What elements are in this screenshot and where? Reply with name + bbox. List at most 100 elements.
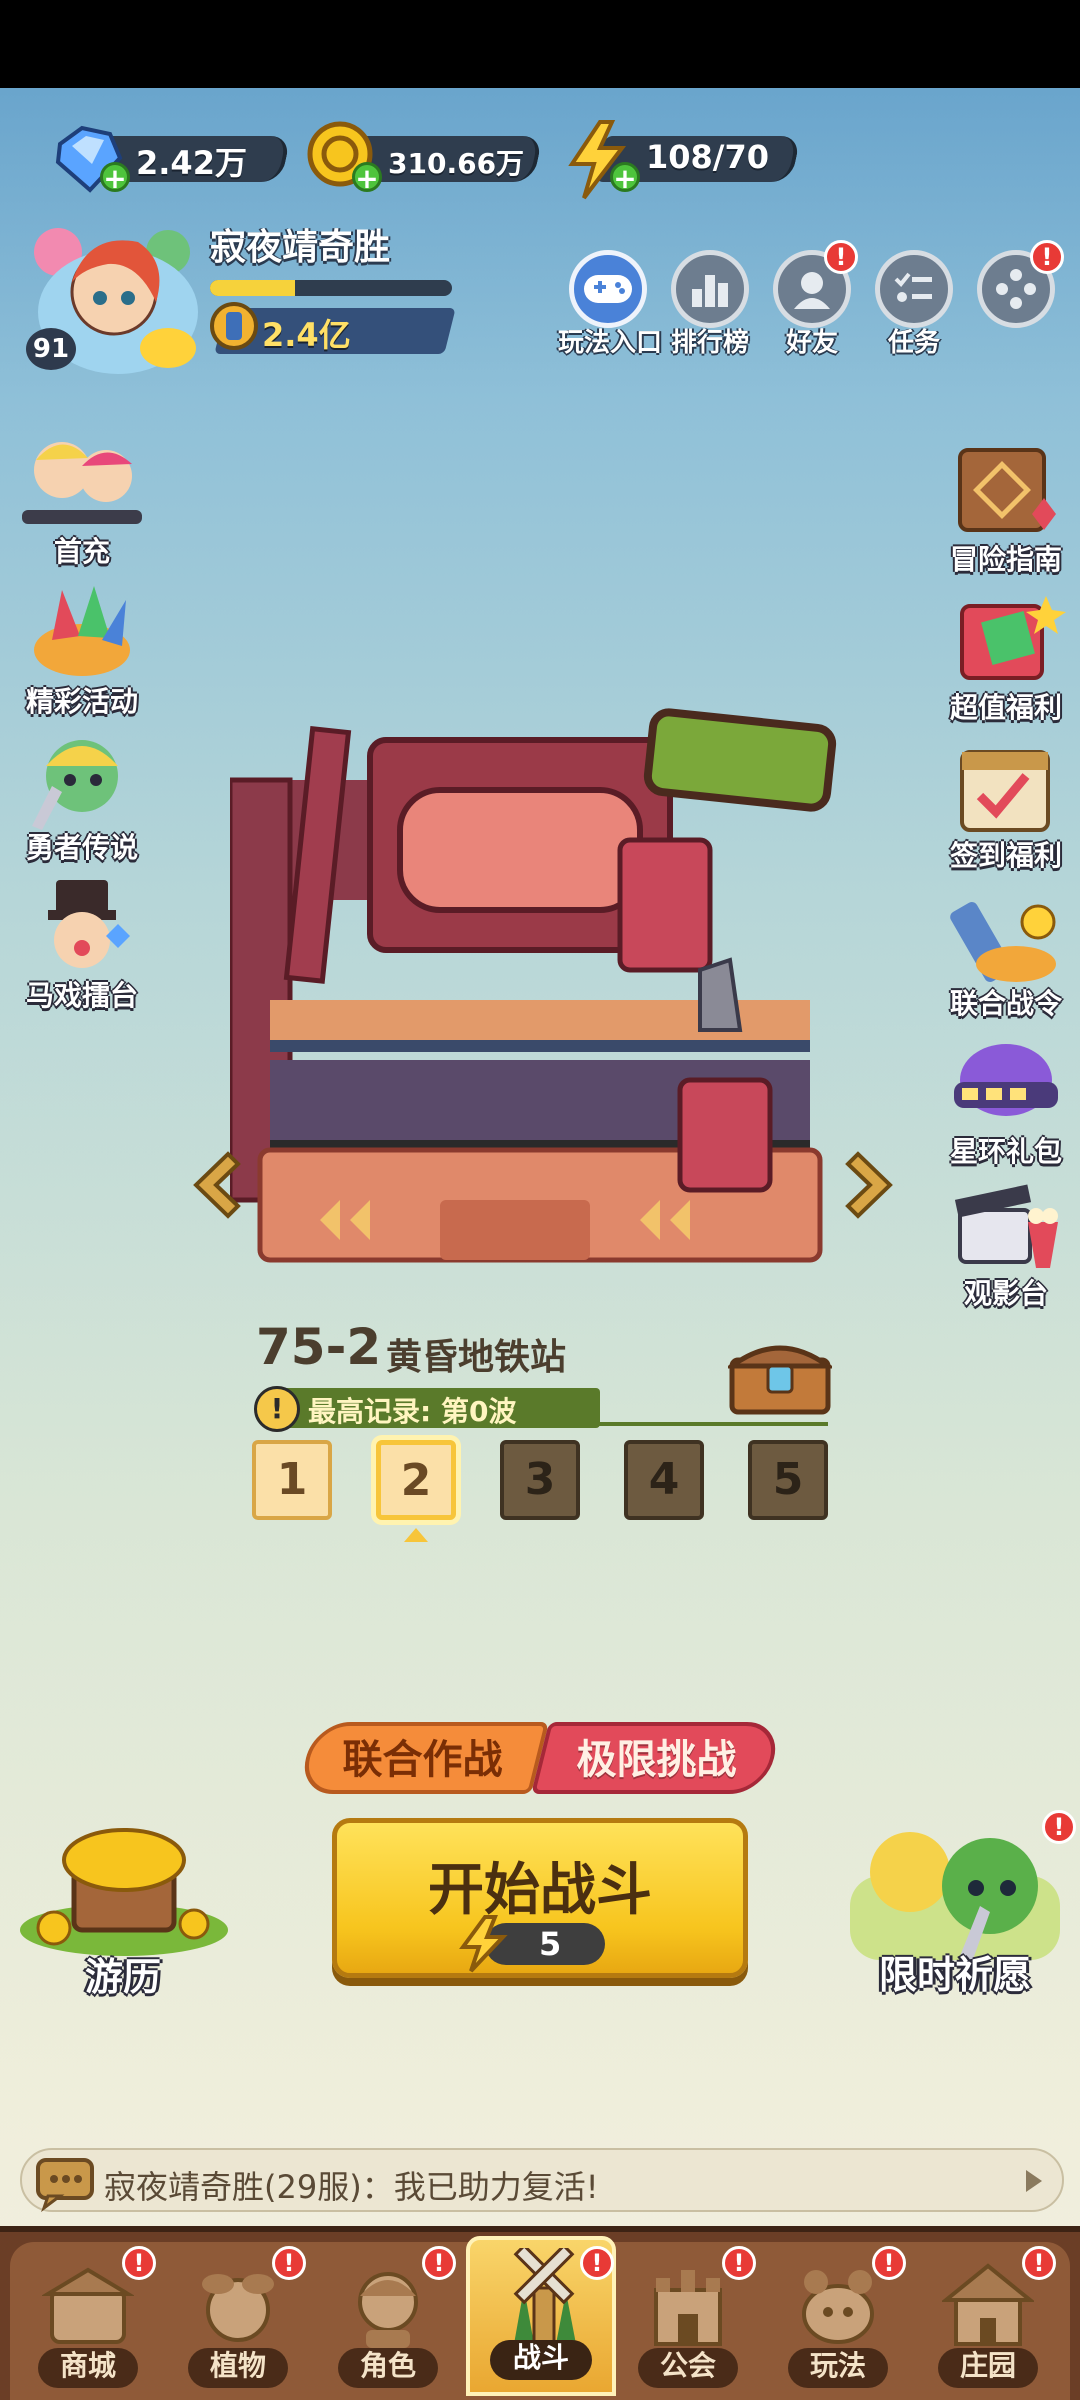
clapperboard-icon [954, 1184, 1058, 1268]
combat-power-value: 2.4亿 [262, 316, 351, 354]
nav-plants[interactable]: 植物 ! [168, 2240, 308, 2400]
first-recharge-icon [22, 442, 142, 524]
limited-wish-label: 限时祈愿 [878, 1953, 1031, 1997]
coin-add-icon[interactable]: + [352, 162, 382, 193]
events-icon [34, 586, 130, 676]
player-level-badge: 91 [26, 328, 76, 370]
manor-house-icon [942, 2263, 1034, 2346]
plant-icon [202, 2274, 274, 2342]
first-recharge-button[interactable]: 首充 [12, 430, 152, 570]
nav-battle-label: 战斗 [490, 2340, 592, 2380]
treasure-pile-icon [20, 1828, 228, 1956]
nav-plants-label: 植物 [188, 2348, 288, 2388]
play-arrow-icon[interactable] [1026, 2170, 1042, 2192]
guild-castle-icon [654, 2270, 722, 2346]
nav-manor[interactable]: 庄园 ! [918, 2240, 1058, 2400]
extreme-challenge-tab[interactable]: 极限挑战 [531, 1722, 783, 1794]
lightning-icon [459, 1915, 508, 1973]
nav-guild-label: 公会 [638, 2348, 738, 2388]
windmill-icon [513, 2248, 576, 2346]
coin-currency[interactable]: + 310.66万 [302, 118, 543, 202]
wave-4-button[interactable]: 4 [624, 1440, 704, 1520]
wave-1-button[interactable]: 1 [252, 1440, 332, 1520]
tasks-button[interactable]: 任务 [864, 250, 964, 359]
friends-button[interactable]: 好友 ! [762, 240, 862, 359]
adventure-guide-button[interactable]: 冒险指南 [936, 438, 1076, 578]
stage-name: 黄昏地铁站 [386, 1337, 567, 1378]
battle-pass-label: 联合战令 [949, 987, 1062, 1020]
nav-gameplay-label: 玩法 [788, 2348, 888, 2388]
battle-pass-icon [950, 902, 1056, 982]
cinema-button[interactable]: 观影台 [936, 1172, 1076, 1312]
sign-in-benefits-button[interactable]: 签到福利 [936, 734, 1076, 874]
hero-legend-label: 勇者传说 [25, 831, 138, 864]
start-battle-button[interactable]: 开始战斗 5 [332, 1818, 748, 1978]
energy-cost: 5 [539, 1925, 562, 1963]
nav-shop-label: 商城 [38, 2348, 138, 2388]
mode-entry-button[interactable]: 玩法入口 [558, 250, 662, 359]
friends-notify-badge: ! [824, 240, 858, 274]
treasure-chest-icon[interactable] [728, 1336, 832, 1416]
events-button[interactable]: 精彩活动 [12, 580, 152, 720]
stage-code: 75-2 [256, 1318, 382, 1376]
hero-legend-button[interactable]: 勇者传说 [12, 726, 152, 866]
nav-plants-notify-badge: ! [272, 2246, 306, 2280]
gamepad-icon [569, 250, 647, 328]
combat-power-icon [210, 302, 258, 350]
wave-5-button[interactable]: 5 [748, 1440, 828, 1520]
start-battle-label: 开始战斗 [428, 1858, 652, 1923]
nav-manor-notify-badge: ! [1022, 2246, 1056, 2280]
adventure-guide-label: 冒险指南 [949, 543, 1062, 576]
diamond-add-icon[interactable]: + [100, 162, 130, 193]
circus-arena-label: 马戏擂台 [25, 979, 138, 1012]
extreme-challenge-label: 极限挑战 [576, 1737, 737, 1783]
chat-bubble-icon [36, 2158, 94, 2212]
star-ring-pack-button[interactable]: 星环礼包 [936, 1030, 1076, 1170]
nav-battle[interactable]: 战斗 ! [466, 2236, 616, 2396]
nav-gameplay[interactable]: 玩法 ! [768, 2240, 908, 2400]
circus-arena-icon [48, 880, 130, 968]
limited-wish-button[interactable]: ! 限时祈愿 [830, 1810, 1080, 2000]
gift-box-icon [960, 596, 1066, 680]
train-icon [954, 1044, 1058, 1116]
tasks-label: 任务 [887, 328, 940, 358]
star-ring-pack-label: 星环礼包 [949, 1135, 1062, 1168]
cinema-label: 观影台 [963, 1277, 1048, 1310]
best-record-text: 最高记录: 第0波 [308, 1395, 517, 1428]
leaderboard-button[interactable]: 排行榜 [660, 250, 760, 359]
previous-stage-arrow-icon[interactable] [188, 1150, 244, 1220]
energy-add-icon[interactable]: + [610, 162, 640, 193]
nav-characters[interactable]: 角色 ! [318, 2240, 458, 2400]
status-bar [0, 0, 1080, 88]
coin-value: 310.66万 [388, 147, 525, 180]
nav-characters-label: 角色 [338, 2348, 438, 2388]
first-recharge-label: 首充 [53, 535, 110, 568]
events-label: 精彩活动 [25, 685, 138, 718]
leaderboard-icon [671, 250, 749, 328]
nav-guild[interactable]: 公会 ! [618, 2240, 758, 2400]
record-progress-line [580, 1422, 828, 1426]
co-op-battle-tab[interactable]: 联合作战 [297, 1722, 549, 1794]
more-button[interactable]: ! [966, 240, 1066, 328]
next-stage-arrow-icon[interactable] [842, 1150, 898, 1220]
limited-wish-notify-badge: ! [1042, 1810, 1076, 1844]
co-op-battle-label: 联合作战 [342, 1737, 503, 1783]
player-name: 寂夜靖奇胜 [210, 227, 391, 268]
chat-ticker[interactable]: 寂夜靖奇胜(29服)：我已助力复活! [20, 2148, 1064, 2212]
nav-shop[interactable]: 商城 ! [18, 2240, 158, 2400]
circus-arena-button[interactable]: 马戏擂台 [12, 874, 152, 1014]
chat-message: 寂夜靖奇胜(29服)：我已助力复活! [104, 2168, 599, 2206]
leaderboard-label: 排行榜 [670, 328, 749, 358]
travel-button[interactable]: 游历 [8, 1820, 238, 2000]
wave-2-button[interactable]: 2 [376, 1440, 456, 1520]
shop-icon [42, 2267, 134, 2344]
wave-3-button[interactable]: 3 [500, 1440, 580, 1520]
energy-currency[interactable]: + 108/70 [560, 118, 801, 202]
battle-pass-button[interactable]: 联合战令 [936, 882, 1076, 1022]
value-benefits-button[interactable]: 超值福利 [936, 586, 1076, 726]
energy-value: 108/70 [646, 138, 770, 176]
nav-guild-notify-badge: ! [722, 2246, 756, 2280]
diamond-currency[interactable]: + 2.42万 [50, 118, 291, 202]
value-benefits-label: 超值福利 [949, 691, 1062, 724]
nav-battle-notify-badge: ! [580, 2246, 614, 2280]
